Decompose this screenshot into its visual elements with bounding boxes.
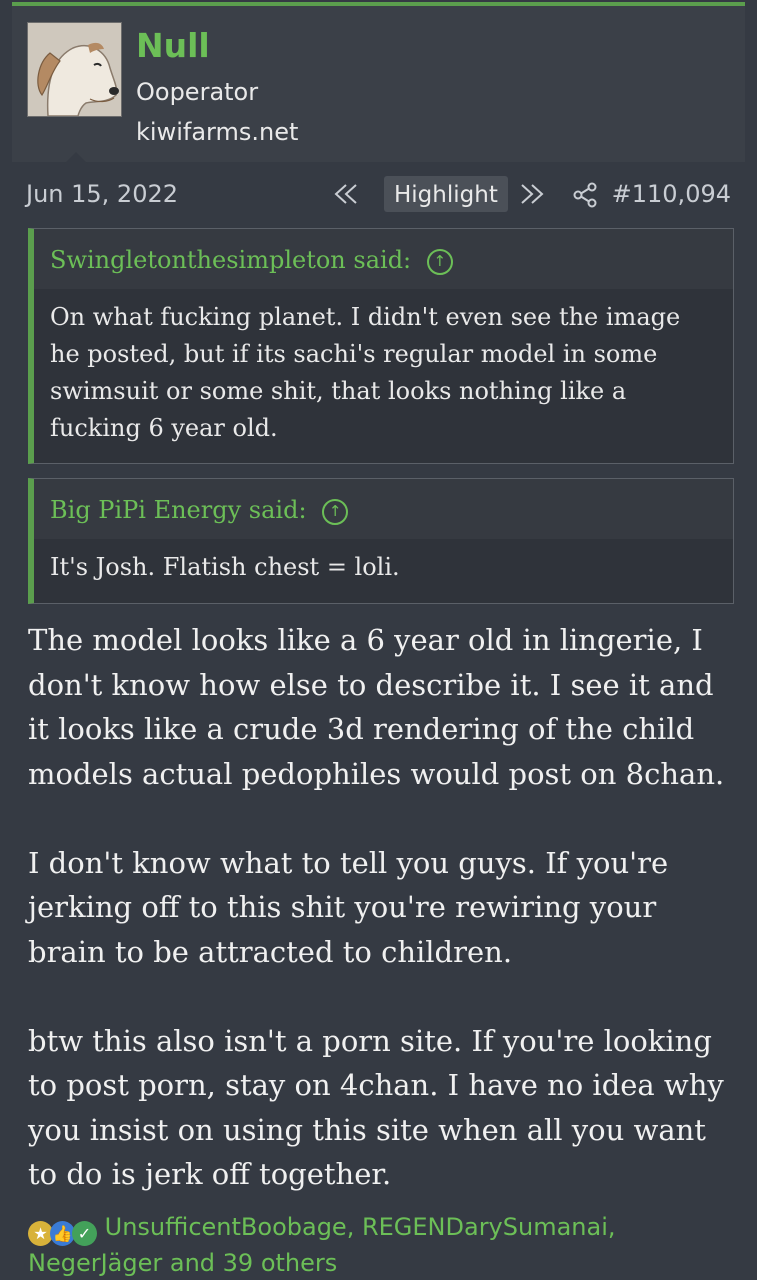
post: Null Ooperator kiwifarms.net Jun 15, 202… xyxy=(12,0,745,1280)
quote-block: Big PiPi Energy said: ↑ It's Josh. Flati… xyxy=(28,478,734,604)
post-meta-bar: Jun 15, 2022 Highlight #110,094 xyxy=(12,172,745,220)
post-number-link[interactable]: #110,094 xyxy=(612,180,731,208)
quote-header[interactable]: Big PiPi Energy said: ↑ xyxy=(34,479,733,539)
quote-header[interactable]: Swingletonthesimpleton said: ↑ xyxy=(34,229,733,289)
avatar[interactable] xyxy=(27,22,122,117)
go-to-quoted-post-icon[interactable]: ↑ xyxy=(322,498,349,525)
post-paragraph: btw this also isn't a porn site. If you'… xyxy=(28,1023,724,1192)
post-paragraph: I don't know what to tell you guys. If y… xyxy=(28,845,669,969)
quote-author[interactable]: Big PiPi Energy said: xyxy=(50,496,307,524)
next-highlight-icon[interactable] xyxy=(518,182,546,212)
reactions-list[interactable]: UnsufficentBoobage, REGENDarySumanai, Ne… xyxy=(28,1213,616,1277)
go-to-quoted-post-icon[interactable]: ↑ xyxy=(426,248,453,275)
post-body: The model looks like a 6 year old in lin… xyxy=(28,618,733,1241)
post-date[interactable]: Jun 15, 2022 xyxy=(26,180,178,208)
share-icon[interactable] xyxy=(572,182,598,214)
username[interactable]: Null xyxy=(136,26,210,65)
user-banner: kiwifarms.net xyxy=(136,118,299,146)
quote-block: Swingletonthesimpleton said: ↑ On what f… xyxy=(28,228,734,464)
user-info-bar: Null Ooperator kiwifarms.net xyxy=(12,6,745,164)
quote-text: It's Josh. Flatish chest = loli. xyxy=(50,553,400,581)
user-title: Ooperator xyxy=(136,78,259,106)
checkmark-icon: ✓ xyxy=(72,1221,97,1246)
quote-author[interactable]: Swingletonthesimpleton said: xyxy=(50,246,411,274)
quote-text: On what fucking planet. I didn't even se… xyxy=(50,303,681,442)
reactions-bar[interactable]: ★ 👍 ✓ UnsufficentBoobage, REGENDarySumanai… xyxy=(28,1210,733,1280)
userbar-pointer xyxy=(64,152,88,164)
highlight-button[interactable]: Highlight xyxy=(384,176,508,212)
previous-highlight-icon[interactable] xyxy=(332,182,360,212)
post-paragraph: The model looks like a 6 year old in lin… xyxy=(28,623,725,791)
